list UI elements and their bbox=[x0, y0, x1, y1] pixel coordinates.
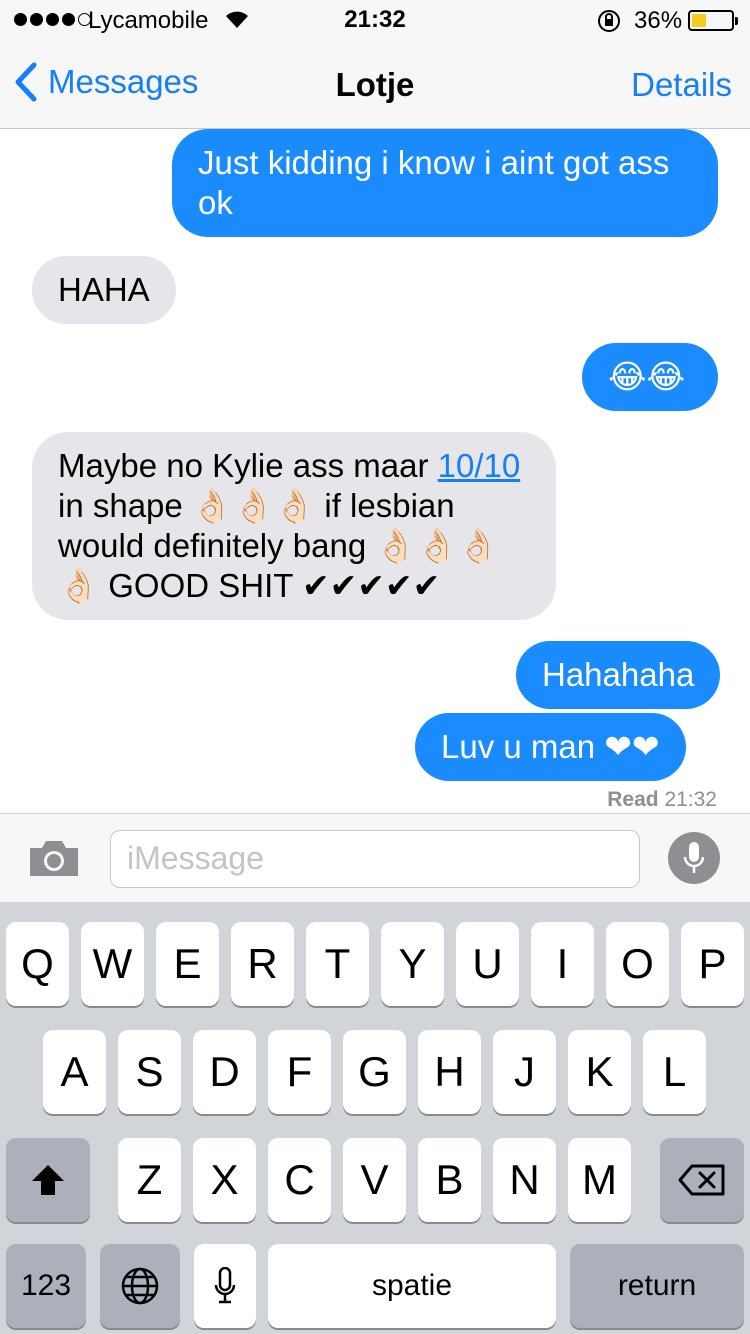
message-text-after: in shape 👌🏻👌🏻👌🏻 if lesbian would definit… bbox=[58, 487, 499, 604]
compose-bar: iMessage bbox=[0, 813, 750, 902]
globe-icon bbox=[121, 1267, 159, 1305]
message-bubble-incoming[interactable]: HAHA bbox=[12, 256, 176, 325]
shift-arrow-icon bbox=[32, 1165, 64, 1195]
message-text: HAHA bbox=[58, 271, 150, 308]
battery-percent: 36% bbox=[634, 7, 683, 34]
rotation-lock-icon bbox=[596, 8, 622, 41]
message-bubble-outgoing[interactable]: Just kidding i know i aint got ass ok bbox=[172, 129, 738, 238]
key-o[interactable]: O bbox=[606, 922, 669, 1006]
message-link[interactable]: 10/10 bbox=[438, 447, 521, 484]
key-l[interactable]: L bbox=[643, 1030, 706, 1114]
globe-key[interactable] bbox=[100, 1244, 180, 1328]
message-text: 😂😂 bbox=[608, 358, 686, 395]
read-time: 21:32 bbox=[664, 788, 717, 811]
message-text: Just kidding i know i aint got ass ok bbox=[198, 144, 670, 221]
return-key[interactable]: return bbox=[570, 1244, 744, 1328]
camera-icon bbox=[30, 841, 78, 876]
message-input[interactable]: iMessage bbox=[110, 830, 640, 888]
status-bar: Lycamobile 21:32 36% bbox=[0, 0, 750, 40]
microphone-icon bbox=[214, 1267, 236, 1304]
numbers-key[interactable]: 123 bbox=[6, 1244, 86, 1328]
key-e[interactable]: E bbox=[156, 922, 219, 1006]
key-m[interactable]: M bbox=[568, 1138, 631, 1222]
back-button[interactable]: Messages bbox=[14, 62, 198, 102]
backspace-icon bbox=[678, 1164, 725, 1196]
key-r[interactable]: R bbox=[231, 922, 294, 1006]
key-a[interactable]: A bbox=[43, 1030, 106, 1114]
message-thread[interactable]: Just kidding i know i aint got ass ok HA… bbox=[0, 129, 750, 813]
message-text: Luv u man ❤❤ bbox=[441, 728, 660, 765]
key-q[interactable]: Q bbox=[6, 922, 69, 1006]
camera-button[interactable] bbox=[28, 838, 80, 883]
read-receipt: Read 21:32 bbox=[607, 788, 717, 812]
key-z[interactable]: Z bbox=[118, 1138, 181, 1222]
key-v[interactable]: V bbox=[343, 1138, 406, 1222]
message-bubble-outgoing[interactable]: 😂😂 bbox=[582, 343, 738, 412]
battery-icon bbox=[688, 10, 738, 31]
shift-key[interactable] bbox=[6, 1138, 90, 1222]
key-p[interactable]: P bbox=[681, 922, 744, 1006]
navigation-bar: Messages Lotje Details bbox=[0, 40, 750, 129]
key-h[interactable]: H bbox=[418, 1030, 481, 1114]
key-d[interactable]: D bbox=[193, 1030, 256, 1114]
key-x[interactable]: X bbox=[193, 1138, 256, 1222]
back-label: Messages bbox=[48, 63, 199, 100]
key-f[interactable]: F bbox=[268, 1030, 331, 1114]
message-bubble-outgoing[interactable]: Luv u man ❤❤ bbox=[415, 713, 706, 782]
key-u[interactable]: U bbox=[456, 922, 519, 1006]
read-label: Read bbox=[607, 788, 659, 811]
key-w[interactable]: W bbox=[81, 922, 144, 1006]
microphone-icon bbox=[683, 842, 705, 873]
top-bar: Lycamobile 21:32 36% Messages Lotje Deta… bbox=[0, 0, 750, 129]
key-i[interactable]: I bbox=[531, 922, 594, 1006]
key-g[interactable]: G bbox=[343, 1030, 406, 1114]
chevron-left-icon bbox=[15, 62, 37, 102]
keyboard: Q W E R T Y U I O P A S D F G H J K L Z X C V B N M 123 spatie retur… bbox=[0, 902, 750, 1334]
key-k[interactable]: K bbox=[568, 1030, 631, 1114]
message-bubble-outgoing[interactable]: Hahahaha bbox=[516, 641, 721, 709]
key-t[interactable]: T bbox=[306, 922, 369, 1006]
message-text-before: Maybe no Kylie ass maar bbox=[58, 447, 438, 484]
space-key[interactable]: spatie bbox=[268, 1244, 556, 1328]
dictation-button[interactable] bbox=[668, 832, 720, 884]
key-c[interactable]: C bbox=[268, 1138, 331, 1222]
key-b[interactable]: B bbox=[418, 1138, 481, 1222]
key-j[interactable]: J bbox=[493, 1030, 556, 1114]
dictation-key[interactable] bbox=[194, 1244, 256, 1328]
message-text: Hahahaha bbox=[542, 656, 695, 693]
message-bubble-incoming[interactable]: Maybe no Kylie ass maar 10/10 in shape 👌… bbox=[12, 432, 556, 621]
key-s[interactable]: S bbox=[118, 1030, 181, 1114]
key-n[interactable]: N bbox=[493, 1138, 556, 1222]
delete-key[interactable] bbox=[660, 1138, 744, 1222]
key-y[interactable]: Y bbox=[381, 922, 444, 1006]
details-button[interactable]: Details bbox=[631, 66, 732, 104]
